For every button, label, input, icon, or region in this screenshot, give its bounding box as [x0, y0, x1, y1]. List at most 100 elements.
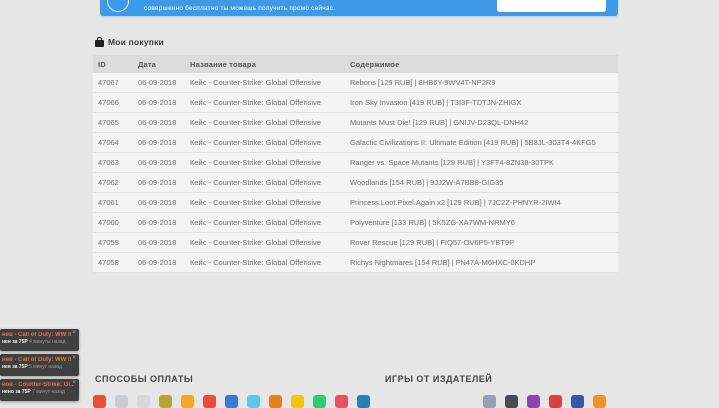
- payment-method-icon[interactable]: [357, 395, 370, 408]
- cell-contents: Woodlands [154 RUB] | 9JJ2W-A7BB8-GIG35: [345, 173, 618, 193]
- purchase-toast: нев - Call of Duty: WW II× нен за 75Р 4 м…: [0, 329, 79, 351]
- shopping-bag-icon: [95, 40, 104, 47]
- payment-method-icon[interactable]: [269, 395, 282, 408]
- cell-contents: Ranger vs. Space Mutants [129 RUB] | Y3F…: [345, 153, 618, 173]
- cell-product: Кейс - Counter-Strike: Global Offensive: [185, 73, 345, 93]
- payment-icons-row: [93, 395, 370, 408]
- cell-product: Кейс - Counter-Strike: Global Offensive: [185, 253, 345, 273]
- payment-method-icon[interactable]: [247, 395, 260, 408]
- cell-contents: Rover Rescue [129 RUB] | FIQ57-OV6P5-YBT…: [345, 233, 618, 253]
- toast-subtitle: нено за 75Р 7 минут назад: [2, 389, 75, 396]
- payment-method-icon[interactable]: [225, 395, 238, 408]
- payments-section-title: СПОСОБЫ ОПЛАТЫ: [95, 374, 193, 384]
- payment-method-icon[interactable]: [291, 395, 304, 408]
- cell-contents: Iron Sky Invasion [419 RUB] | T3I3F-TDTJ…: [345, 93, 618, 113]
- promo-banner-button[interactable]: [497, 0, 606, 12]
- toast-title: нев - Call of Duty: WW II: [2, 357, 75, 364]
- toast-time-text: 7 минут назад: [31, 389, 65, 395]
- cell-product: Кейс - Counter-Strike: Global Offensive: [185, 113, 345, 133]
- cell-contents: Mutants Must Die! [129 RUB] | GNIJV-D23Q…: [345, 113, 618, 133]
- toast-price-text: нено за 75Р: [2, 389, 31, 395]
- cell-product: Кейс - Counter-Strike: Global Offensive: [185, 193, 345, 213]
- page-title: Мои покупки: [108, 37, 164, 47]
- purchases-table: ID Дата Название товара Содержимое 47067…: [93, 55, 618, 273]
- cell-id: 47058: [93, 253, 133, 273]
- toast-price-text: нен за 75Р: [2, 339, 28, 345]
- table-row: 4706206-09-2018Кейс - Counter-Strike: Gl…: [93, 173, 618, 193]
- purchase-toast: нов - Counter-Strike: Gl..× нено за 75Р 7…: [0, 379, 79, 401]
- table-row: 4705906-09-2018Кейс - Counter-Strike: Gl…: [93, 233, 618, 253]
- toast-title: нев - Call of Duty: WW II: [2, 332, 75, 339]
- toast-subtitle: нен за 75Р 4 минуты назад: [2, 339, 75, 346]
- publisher-icon[interactable]: [571, 395, 584, 408]
- cell-product: Кейс - Counter-Strike: Global Offensive: [185, 173, 345, 193]
- cell-contents: Rebons [129 RUB] | 8HB6Y-9WV4T-NP2R9: [345, 73, 618, 93]
- payment-method-icon[interactable]: [137, 395, 150, 408]
- toast-subtitle: нен за 75Р 5 минут назад: [2, 364, 75, 371]
- cell-contents: Polyventure [133 RUB] | 5K5ZG-XA7WM-NRMY…: [345, 213, 618, 233]
- cell-product: Кейс - Counter-Strike: Global Offensive: [185, 133, 345, 153]
- cell-product: Кейс - Counter-Strike: Global Offensive: [185, 233, 345, 253]
- table-row: 4706406-09-2018Кейс - Counter-Strike: Gl…: [93, 133, 618, 153]
- payment-method-icon[interactable]: [335, 395, 348, 408]
- table-row: 4706106-09-2018Кейс - Counter-Strike: Gl…: [93, 193, 618, 213]
- promo-banner-text: совершенно бесплатно ты можешь получить …: [144, 5, 335, 12]
- cell-contents: Richys Nightmares [154 RUB] | FN47A-M6HX…: [345, 253, 618, 273]
- publisher-icons-row: [483, 395, 606, 408]
- table-row: 4706706-09-2018Кейс - Counter-Strike: Gl…: [93, 73, 618, 93]
- purchases-table-body: 4706706-09-2018Кейс - Counter-Strike: Gl…: [93, 73, 618, 273]
- publisher-icon[interactable]: [593, 395, 606, 408]
- toast-title: нов - Counter-Strike: Gl..: [2, 382, 75, 389]
- payment-method-icon[interactable]: [203, 395, 216, 408]
- cell-date: 06-09-2018: [133, 233, 185, 253]
- cell-id: 47064: [93, 133, 133, 153]
- column-header-date: Дата: [133, 55, 185, 73]
- cell-product: Кейс - Counter-Strike: Global Offensive: [185, 93, 345, 113]
- payment-method-icon[interactable]: [181, 395, 194, 408]
- cell-date: 06-09-2018: [133, 253, 185, 273]
- publisher-icon[interactable]: [505, 395, 518, 408]
- close-icon[interactable]: ×: [72, 380, 76, 387]
- payment-method-icon[interactable]: [93, 395, 106, 408]
- close-icon[interactable]: ×: [72, 330, 76, 337]
- close-icon[interactable]: ×: [72, 355, 76, 362]
- purchases-header: Мои покупки: [95, 36, 164, 48]
- cell-id: 47062: [93, 173, 133, 193]
- table-row: 4706606-09-2018Кейс - Counter-Strike: Gl…: [93, 93, 618, 113]
- cell-id: 47060: [93, 213, 133, 233]
- cell-id: 47067: [93, 73, 133, 93]
- cell-product: Кейс - Counter-Strike: Global Offensive: [185, 213, 345, 233]
- toast-price-text: нен за 75Р: [2, 364, 28, 370]
- table-row: 4706306-09-2018Кейс - Counter-Strike: Gl…: [93, 153, 618, 173]
- publisher-icon[interactable]: [527, 395, 540, 408]
- cell-date: 06-09-2018: [133, 93, 185, 113]
- table-row: 4706506-09-2018Кейс - Counter-Strike: Gl…: [93, 113, 618, 133]
- payment-method-icon[interactable]: [115, 395, 128, 408]
- cell-id: 47066: [93, 93, 133, 113]
- cell-date: 06-09-2018: [133, 193, 185, 213]
- publisher-icon[interactable]: [549, 395, 562, 408]
- cell-product: Кейс - Counter-Strike: Global Offensive: [185, 153, 345, 173]
- column-header-id: ID: [93, 55, 133, 73]
- payment-method-icon[interactable]: [313, 395, 326, 408]
- toast-time-text: 4 минуты назад: [28, 339, 66, 345]
- cell-id: 47061: [93, 193, 133, 213]
- column-header-product: Название товара: [185, 55, 345, 73]
- cell-date: 06-09-2018: [133, 173, 185, 193]
- cell-id: 47063: [93, 153, 133, 173]
- publisher-icon[interactable]: [483, 395, 496, 408]
- cell-id: 47065: [93, 113, 133, 133]
- promo-circle-icon: [107, 0, 129, 12]
- column-header-contents: Содержимое: [345, 55, 618, 73]
- cell-date: 06-09-2018: [133, 113, 185, 133]
- purchase-toast: нев - Call of Duty: WW II× нен за 75Р 5 м…: [0, 354, 79, 376]
- promo-banner: совершенно бесплатно ты можешь получить …: [100, 0, 618, 16]
- toast-time-text: 5 минут назад: [28, 364, 62, 370]
- table-header-row: ID Дата Название товара Содержимое: [93, 55, 618, 73]
- table-row: 4705806-09-2018Кейс - Counter-Strike: Gl…: [93, 253, 618, 273]
- cell-contents: Princess.Loot.Pixel.Again x2 [129 RUB] |…: [345, 193, 618, 213]
- payment-method-icon[interactable]: [159, 395, 172, 408]
- cell-date: 06-09-2018: [133, 133, 185, 153]
- cell-date: 06-09-2018: [133, 153, 185, 173]
- cell-date: 06-09-2018: [133, 73, 185, 93]
